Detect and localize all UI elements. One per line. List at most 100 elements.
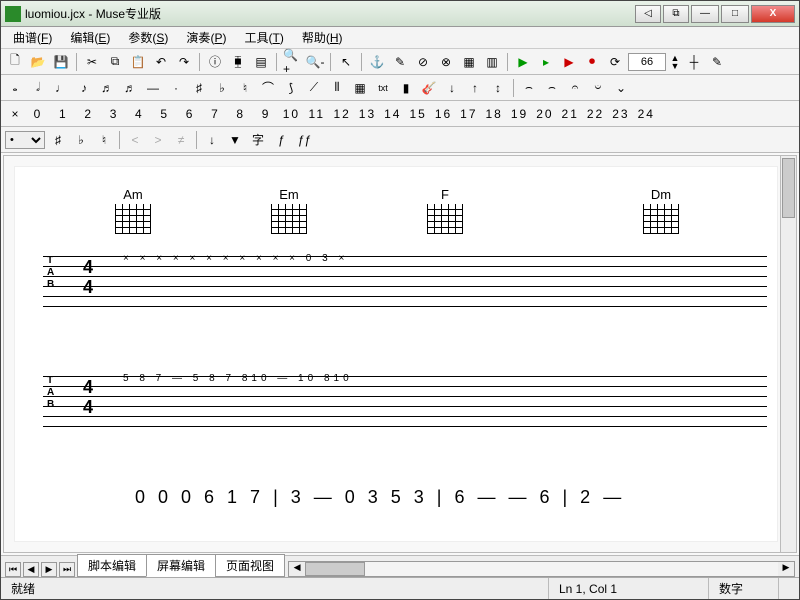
note-quarter-icon[interactable]: ♩ xyxy=(51,78,71,98)
arrow-up-icon[interactable]: ↑ xyxy=(465,78,485,98)
num-13[interactable]: 13 xyxy=(357,104,377,124)
keyboard-icon[interactable]: ▦ xyxy=(350,78,370,98)
play2-icon[interactable]: ▸ xyxy=(536,52,556,72)
num-7[interactable]: 7 xyxy=(205,104,225,124)
paste-icon[interactable]: 📋 xyxy=(128,52,148,72)
close-button[interactable]: X xyxy=(751,5,795,23)
cancel-icon[interactable]: ⊗ xyxy=(436,52,456,72)
tool-b-icon[interactable]: ✎ xyxy=(707,52,727,72)
copy-icon[interactable]: ⧉ xyxy=(105,52,125,72)
rest-icon[interactable]: — xyxy=(143,78,163,98)
edit-icon[interactable]: ✎ xyxy=(390,52,410,72)
undo-icon[interactable]: ↶ xyxy=(151,52,171,72)
text-icon[interactable]: txt xyxy=(373,78,393,98)
sharp-icon[interactable]: ♯ xyxy=(189,78,209,98)
info-icon[interactable]: ⓘ xyxy=(205,52,225,72)
num-4[interactable]: 4 xyxy=(129,104,149,124)
score-canvas[interactable]: Am Em F Dm TAB 44 × × × × × × × × × × × … xyxy=(3,155,797,553)
new-icon[interactable]: 🗋 xyxy=(5,52,25,72)
num-12[interactable]: 12 xyxy=(332,104,352,124)
num-15[interactable]: 15 xyxy=(408,104,428,124)
anchor-icon[interactable]: ⚓ xyxy=(367,52,387,72)
zoomin-icon[interactable]: 🔍+ xyxy=(282,52,302,72)
num-3[interactable]: 3 xyxy=(104,104,124,124)
num-21[interactable]: 21 xyxy=(560,104,580,124)
stepper-icon[interactable]: ▲▼ xyxy=(669,52,681,72)
stop-icon[interactable]: ▶ xyxy=(559,52,579,72)
decresc-icon[interactable]: > xyxy=(148,130,168,150)
slur1-icon[interactable]: ⌢ xyxy=(519,78,539,98)
num-14[interactable]: 14 xyxy=(383,104,403,124)
note-eighth-icon[interactable]: ♪ xyxy=(74,78,94,98)
italic1-icon[interactable]: ƒ xyxy=(271,130,291,150)
tab-nav-prev[interactable]: ◀ xyxy=(23,562,39,577)
maximize-button[interactable]: □ xyxy=(721,5,749,23)
lyric-icon[interactable]: 字 xyxy=(248,130,268,150)
tab-nav-first[interactable]: ⏮ xyxy=(5,562,21,577)
beam-icon[interactable]: ⟋ xyxy=(304,78,324,98)
num-23[interactable]: 23 xyxy=(611,104,631,124)
accent-icon[interactable]: ⌄ xyxy=(611,78,631,98)
preview-icon[interactable]: ▤ xyxy=(251,52,271,72)
num-18[interactable]: 18 xyxy=(484,104,504,124)
natural-icon[interactable]: ♮ xyxy=(235,78,255,98)
flat2-icon[interactable]: ♭ xyxy=(71,130,91,150)
num-2[interactable]: 2 xyxy=(79,104,99,124)
redo-icon[interactable]: ↷ xyxy=(174,52,194,72)
flat-icon[interactable]: ♭ xyxy=(212,78,232,98)
num-6[interactable]: 6 xyxy=(180,104,200,124)
tremolo-icon[interactable]: ⦀ xyxy=(327,78,347,98)
num-17[interactable]: 17 xyxy=(459,104,479,124)
rec-icon[interactable]: ⏺ xyxy=(582,52,602,72)
scrollbar-thumb[interactable] xyxy=(782,158,795,218)
tie-icon[interactable]: ⌒ xyxy=(258,78,278,98)
fermata2-icon[interactable]: 𝄑 xyxy=(588,78,608,98)
triangle-down-icon[interactable]: ▼ xyxy=(225,130,245,150)
tab-screen-edit[interactable]: 屏幕编辑 xyxy=(146,554,216,577)
down-arrow-icon[interactable]: ↓ xyxy=(202,130,222,150)
mode-select[interactable]: • xyxy=(5,131,45,149)
guitar-icon[interactable]: 🎸 xyxy=(419,78,439,98)
horizontal-scrollbar[interactable]: ◀ ▶ xyxy=(288,561,795,577)
note-half-icon[interactable]: 𝅗𝅥 xyxy=(28,78,48,98)
menu-tools[interactable]: 工具(T) xyxy=(236,27,291,48)
arrow-down-icon[interactable]: ↓ xyxy=(442,78,462,98)
print-icon[interactable]: ⧯ xyxy=(228,52,248,72)
num-5[interactable]: 5 xyxy=(155,104,175,124)
menu-play[interactable]: 演奏(P) xyxy=(178,27,234,48)
play-icon[interactable]: ▶ xyxy=(513,52,533,72)
tab-page-view[interactable]: 页面视图 xyxy=(215,554,285,577)
open-icon[interactable]: 📂 xyxy=(28,52,48,72)
delete-icon[interactable]: ⊘ xyxy=(413,52,433,72)
num-16[interactable]: 16 xyxy=(434,104,454,124)
num-9[interactable]: 9 xyxy=(256,104,276,124)
zoomout-icon[interactable]: 🔍- xyxy=(305,52,325,72)
tab-nav-next[interactable]: ▶ xyxy=(41,562,57,577)
num-1[interactable]: 1 xyxy=(53,104,73,124)
menu-help[interactable]: 帮助(H) xyxy=(294,27,351,48)
not-equal-icon[interactable]: ≠ xyxy=(171,130,191,150)
x-mark-icon[interactable]: × xyxy=(5,104,25,124)
tab-script-edit[interactable]: 脚本编辑 xyxy=(77,554,147,577)
hscroll-thumb[interactable] xyxy=(305,562,365,576)
save-icon[interactable]: 💾 xyxy=(51,52,71,72)
note-sixteenth-icon[interactable]: ♬ xyxy=(97,78,117,98)
slur-icon[interactable]: ⟆ xyxy=(281,78,301,98)
loop-icon[interactable]: ⟳ xyxy=(605,52,625,72)
cresc-icon[interactable]: < xyxy=(125,130,145,150)
tool-a-icon[interactable]: ┼ xyxy=(684,52,704,72)
rest2-icon[interactable]: ▮ xyxy=(396,78,416,98)
grid-icon[interactable]: ▦ xyxy=(459,52,479,72)
num-22[interactable]: 22 xyxy=(586,104,606,124)
num-24[interactable]: 24 xyxy=(636,104,656,124)
note-whole-icon[interactable]: 𝅝 xyxy=(5,78,25,98)
menu-params[interactable]: 参数(S) xyxy=(120,27,176,48)
num-10[interactable]: 10 xyxy=(281,104,301,124)
menu-score[interactable]: 曲谱(F) xyxy=(5,27,60,48)
italic2-icon[interactable]: ƒƒ xyxy=(294,130,314,150)
zoom-input[interactable] xyxy=(628,53,666,71)
nav-back-button[interactable]: ◁ xyxy=(635,5,661,23)
cursor-icon[interactable]: ↖ xyxy=(336,52,356,72)
cut-icon[interactable]: ✂ xyxy=(82,52,102,72)
fermata-icon[interactable]: 𝄐 xyxy=(565,78,585,98)
